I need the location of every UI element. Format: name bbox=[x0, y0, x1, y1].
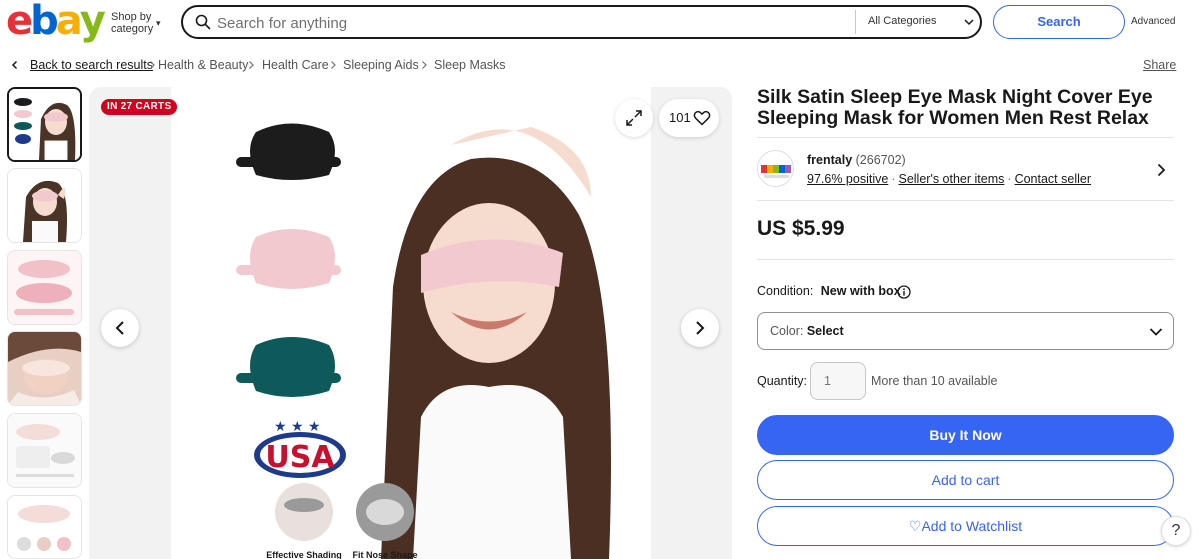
expand-icon bbox=[626, 110, 642, 126]
heart-icon: ♡ bbox=[908, 518, 922, 534]
breadcrumb-sleeping-aids[interactable]: Sleeping Aids bbox=[343, 56, 419, 74]
divider bbox=[757, 137, 1174, 138]
separator-dot: · bbox=[891, 172, 896, 186]
logo-letter-a: a bbox=[55, 0, 83, 44]
previous-image-button[interactable] bbox=[101, 309, 139, 347]
add-to-cart-button[interactable]: Add to cart bbox=[757, 460, 1174, 500]
thumbnail-image bbox=[8, 332, 81, 405]
chevron-down-icon: ▾ bbox=[156, 18, 161, 28]
seller-name-text: frentaly bbox=[807, 153, 853, 167]
category-select[interactable]: All Categories bbox=[868, 15, 936, 27]
color-value: Select bbox=[806, 324, 844, 338]
seller-other-items-link[interactable]: Seller's other items bbox=[898, 172, 1004, 186]
back-to-search-link[interactable]: Back to search results bbox=[30, 56, 153, 74]
price: US $5.99 bbox=[757, 217, 845, 240]
breadcrumb-health-beauty[interactable]: Health & Beauty bbox=[158, 56, 248, 74]
chevron-right-icon bbox=[249, 61, 254, 69]
quantity-input[interactable] bbox=[810, 362, 866, 400]
chevron-right-icon bbox=[150, 61, 155, 69]
chevron-right-icon[interactable] bbox=[1156, 163, 1166, 177]
search-input[interactable] bbox=[217, 13, 817, 33]
search-button[interactable]: Search bbox=[993, 5, 1125, 39]
thumbnail-1[interactable] bbox=[7, 87, 82, 162]
color-select[interactable]: Color: Select bbox=[757, 312, 1174, 350]
condition-value: New with box bbox=[820, 284, 901, 298]
thumbnail-image bbox=[8, 414, 81, 487]
seller-positive-link[interactable]: 97.6% positive bbox=[807, 172, 888, 186]
quantity-label: Quantity: bbox=[757, 374, 808, 388]
separator-dot: · bbox=[1007, 172, 1012, 186]
help-button[interactable]: ? bbox=[1161, 516, 1191, 546]
shop-by-category-button[interactable]: Shop by category ▾ bbox=[111, 11, 161, 35]
product-photo: ★ ★ ★ USA Effective Shading Fit Nose Sha… bbox=[171, 87, 651, 559]
svg-text:Fit Nose Shape: Fit Nose Shape bbox=[352, 550, 417, 559]
chevron-right-icon bbox=[696, 321, 705, 335]
shop-by-line2: category bbox=[111, 23, 154, 35]
watch-count: 101 bbox=[669, 110, 691, 125]
chevron-right-icon bbox=[422, 61, 427, 69]
buy-it-now-button[interactable]: Buy It Now bbox=[757, 415, 1174, 455]
in-carts-badge: IN 27 CARTS bbox=[101, 99, 178, 115]
main-product-image[interactable]: ★ ★ ★ USA Effective Shading Fit Nose Sha… bbox=[89, 87, 732, 559]
chevron-down-icon bbox=[1149, 328, 1163, 336]
listing-title: Silk Satin Sleep Eye Mask Night Cover Ey… bbox=[757, 86, 1153, 129]
header: ebay Shop by category ▾ All Categories S… bbox=[0, 0, 1200, 44]
chevron-down-icon bbox=[964, 19, 974, 26]
svg-text:USA: USA bbox=[265, 440, 335, 475]
seller-feedback-score: (266702) bbox=[855, 153, 906, 167]
thumbnail-image bbox=[8, 496, 81, 558]
share-link[interactable]: Share bbox=[1143, 56, 1176, 74]
shop-by-line1: Shop by bbox=[111, 11, 152, 23]
info-icon[interactable] bbox=[897, 285, 911, 299]
thumbnail-image bbox=[9, 89, 80, 160]
breadcrumb-health-care[interactable]: Health Care bbox=[262, 56, 329, 74]
logo-letter-b: b bbox=[30, 0, 59, 44]
thumbnail-2[interactable] bbox=[7, 168, 82, 243]
thumbnail-5[interactable] bbox=[7, 413, 82, 488]
breadcrumb-sleep-masks[interactable]: Sleep Masks bbox=[434, 56, 506, 74]
product-illustration: ★ ★ ★ USA Effective Shading Fit Nose Sha… bbox=[171, 87, 651, 559]
thumbnail-6[interactable] bbox=[7, 495, 82, 559]
ebay-logo[interactable]: ebay bbox=[6, 0, 106, 44]
svg-text:Effective Shading: Effective Shading bbox=[266, 550, 342, 559]
chevron-left-icon bbox=[11, 60, 18, 70]
logo-letter-y: y bbox=[79, 0, 106, 44]
seller-name[interactable]: frentaly (266702) bbox=[807, 153, 906, 167]
add-to-watchlist-label: Add to Watchlist bbox=[921, 518, 1023, 534]
divider bbox=[757, 200, 1174, 201]
thumbnail-image bbox=[8, 169, 81, 242]
condition: Condition: New with box bbox=[757, 284, 901, 298]
logo-letter-e: e bbox=[6, 0, 33, 44]
contact-seller-link[interactable]: Contact seller bbox=[1015, 172, 1091, 186]
chevron-right-icon bbox=[331, 61, 336, 69]
divider bbox=[757, 259, 1174, 260]
watch-count-button[interactable]: 101 bbox=[659, 99, 719, 137]
next-image-button[interactable] bbox=[681, 309, 719, 347]
seller-avatar[interactable] bbox=[757, 150, 794, 187]
chevron-left-icon bbox=[115, 321, 124, 335]
color-select-text: Color: Select bbox=[770, 324, 844, 338]
availability-text: More than 10 available bbox=[871, 374, 998, 388]
condition-label: Condition: bbox=[757, 284, 814, 298]
add-to-watchlist-button[interactable]: ♡Add to Watchlist bbox=[757, 506, 1174, 546]
thumbnail-4[interactable] bbox=[7, 331, 82, 406]
heart-icon bbox=[693, 110, 711, 126]
color-label: Color: bbox=[770, 324, 804, 338]
search-icon bbox=[195, 14, 211, 30]
seller-links: 97.6% positive · Seller's other items · Cont… bbox=[807, 172, 1091, 186]
search-bar: All Categories bbox=[181, 5, 982, 39]
expand-image-button[interactable] bbox=[615, 99, 653, 137]
thumbnail-3[interactable] bbox=[7, 250, 82, 325]
breadcrumb: Back to search results Health & Beauty H… bbox=[10, 56, 530, 74]
seller-logo bbox=[758, 151, 793, 186]
search-divider bbox=[855, 10, 856, 34]
advanced-search-link[interactable]: Advanced bbox=[1131, 16, 1175, 27]
thumbnail-image bbox=[8, 251, 81, 324]
